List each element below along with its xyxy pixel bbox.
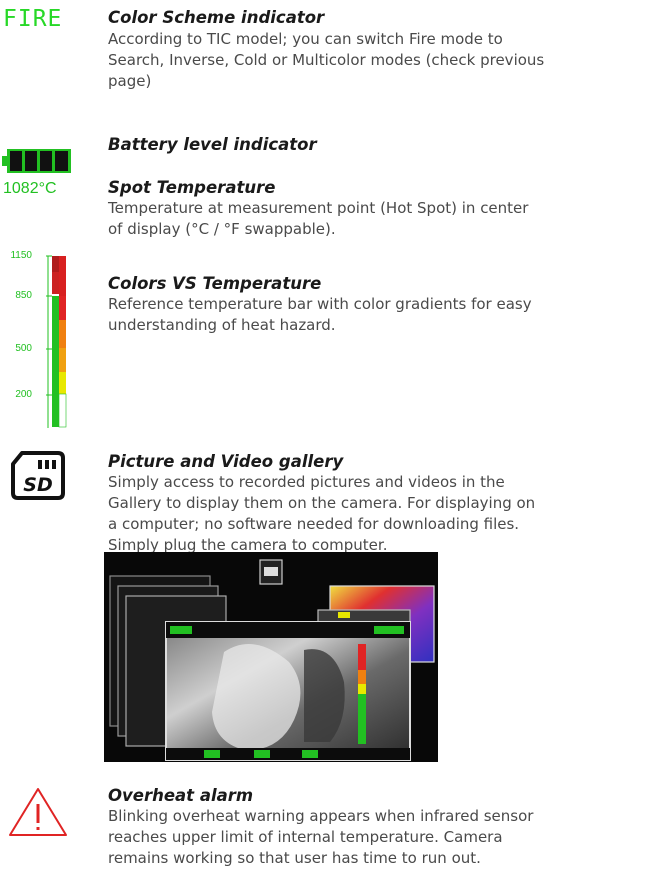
body-line: Simply access to recorded pictures and v…	[108, 473, 505, 491]
section-body: According to TIC model; you can switch F…	[108, 29, 640, 92]
section-battery: Battery level indicator	[108, 135, 640, 155]
sd-card-icon: SD	[11, 451, 65, 500]
section-color-scheme: Color Scheme indicator According to TIC …	[108, 8, 640, 92]
body-line: Gallery to display them on the camera. F…	[108, 494, 536, 512]
sd-label: SD	[23, 474, 52, 496]
warning-triangle-icon	[9, 788, 67, 836]
body-line: Reference temperature bar with color gra…	[108, 295, 532, 313]
tick-label: 1150	[10, 250, 32, 261]
section-gallery: Picture and Video gallery Simply access …	[108, 452, 640, 556]
section-title: Battery level indicator	[108, 135, 317, 154]
gallery-screenshot	[104, 552, 438, 762]
body-line: reaches upper limit of internal temperat…	[108, 828, 503, 846]
body-line: page)	[108, 72, 152, 90]
section-title: Picture and Video gallery	[108, 452, 344, 471]
section-overheat-alarm: Overheat alarm Blinking overheat warning…	[108, 786, 640, 869]
temperature-bar: 1150 850 500 200	[2, 250, 68, 430]
body-line: Search, Inverse, Cold or Multicolor mode…	[108, 51, 545, 69]
body-line: a computer; no software needed for downl…	[108, 515, 520, 533]
tick-label: 850	[15, 290, 32, 301]
gallery-illustration	[104, 552, 438, 762]
section-title: Spot Temperature	[108, 178, 276, 197]
spot-temperature-value: 1082°C	[3, 180, 57, 197]
section-colors-vs-temperature: Colors VS Temperature Reference temperat…	[108, 274, 640, 336]
body-line: of display (°C / °F swappable).	[108, 220, 336, 238]
body-line: understanding of heat hazard.	[108, 316, 336, 334]
tick-label: 500	[15, 343, 32, 354]
battery-full-icon	[2, 149, 71, 173]
body-line: Temperature at measurement point (Hot Sp…	[108, 199, 529, 217]
body-line: Blinking overheat warning appears when i…	[108, 807, 534, 825]
section-body: Simply access to recorded pictures and v…	[108, 472, 640, 556]
body-line: According to TIC model; you can switch F…	[108, 30, 503, 48]
section-body: Temperature at measurement point (Hot Sp…	[108, 198, 640, 240]
body-line: remains working so that user has time to…	[108, 849, 481, 867]
section-title: Colors VS Temperature	[108, 274, 322, 293]
section-title: Overheat alarm	[108, 786, 254, 805]
color-gradient-bar	[46, 255, 67, 428]
section-body: Blinking overheat warning appears when i…	[108, 806, 640, 869]
section-title: Color Scheme indicator	[108, 8, 325, 27]
section-spot-temperature: Spot Temperature Temperature at measurem…	[108, 178, 640, 240]
section-body: Reference temperature bar with color gra…	[108, 294, 640, 336]
color-scheme-indicator: FIRE	[3, 6, 63, 32]
tick-label: 200	[15, 389, 32, 400]
